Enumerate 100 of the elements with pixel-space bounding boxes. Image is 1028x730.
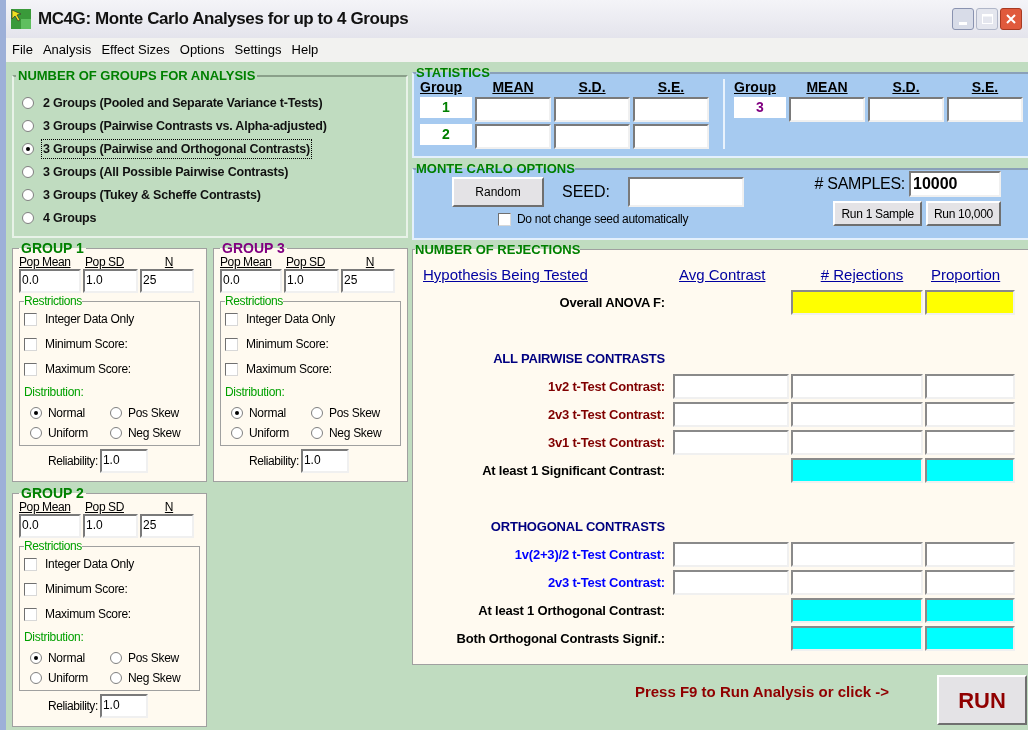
column-header: MEAN: [805, 79, 849, 95]
number-field[interactable]: 0.0: [19, 514, 81, 538]
distribution-label: Distribution:: [24, 384, 85, 401]
card-title: GROUP 3: [221, 241, 286, 255]
number-field[interactable]: 1.0: [83, 514, 138, 538]
maximize-icon: [981, 14, 993, 24]
row-label: 3v1 t-Test Contrast:: [546, 433, 666, 452]
radio-button[interactable]: [30, 427, 42, 439]
menu-item[interactable]: Analysis: [42, 40, 92, 60]
column-header: N: [364, 255, 376, 269]
checkbox[interactable]: [225, 312, 238, 326]
radio-button[interactable]: [30, 672, 42, 684]
field-label: # SAMPLES:: [814, 174, 905, 194]
radio-label: Uniform: [48, 425, 88, 442]
column-header: Proportion: [931, 266, 1002, 284]
radio-button[interactable]: [110, 427, 122, 439]
distribution-label: Distribution:: [225, 384, 286, 401]
row-label: Both Orthogonal Contrasts Signif.:: [455, 629, 666, 648]
run-button[interactable]: Run 1 Sample: [833, 201, 922, 226]
random-button[interactable]: Random: [452, 177, 544, 207]
statistic-field[interactable]: [947, 97, 1023, 122]
box-title: Restrictions: [225, 295, 283, 307]
radio-button[interactable]: [110, 652, 122, 664]
run-button[interactable]: RUN: [937, 675, 1027, 725]
checkbox-label: Maximum Score:: [246, 361, 332, 378]
number-field[interactable]: 25: [341, 269, 395, 293]
radio-button[interactable]: [30, 407, 42, 419]
column-header: N: [163, 255, 175, 269]
radio-button[interactable]: [231, 407, 243, 419]
menu-item[interactable]: Settings: [234, 40, 282, 60]
radio-label: Neg Skew: [128, 670, 181, 687]
card-title: GROUP 1: [20, 241, 85, 255]
radio-button[interactable]: [22, 189, 34, 201]
samples-field[interactable]: 10000: [909, 171, 1001, 197]
radio-button[interactable]: [22, 120, 34, 132]
checkbox[interactable]: [24, 607, 37, 621]
radio-button[interactable]: [22, 143, 34, 155]
statistic-field[interactable]: [633, 97, 709, 122]
reliability-field[interactable]: 1.0: [99, 694, 148, 718]
statistic-field[interactable]: [868, 97, 944, 122]
checkbox[interactable]: [225, 337, 238, 351]
checkbox[interactable]: [24, 557, 37, 571]
menu-item[interactable]: Options: [179, 40, 225, 60]
row-label: 2v3 t-Test Contrast:: [546, 405, 666, 424]
checkbox[interactable]: [24, 337, 37, 351]
reliability-field[interactable]: 1.0: [300, 449, 349, 473]
statistic-field[interactable]: [633, 124, 709, 149]
column-header: Group: [734, 79, 777, 95]
radio-button[interactable]: [231, 427, 243, 439]
radio-button[interactable]: [311, 427, 323, 439]
section-title: NUMBER OF GROUPS FOR ANALYSIS: [17, 67, 257, 85]
checkbox[interactable]: [225, 362, 238, 376]
radio-button[interactable]: [110, 672, 122, 684]
radio-label: 3 Groups (Tukey & Scheffe Contrasts): [42, 186, 262, 204]
radio-button[interactable]: [22, 166, 34, 178]
radio-label: 2 Groups (Pooled and Separate Variance t-Tests): [42, 94, 324, 112]
run-button[interactable]: Run 10,000: [925, 201, 1001, 226]
checkbox[interactable]: [24, 582, 37, 596]
radio-button[interactable]: [22, 97, 34, 109]
radio-label: Neg Skew: [128, 425, 181, 442]
column-header: N: [163, 500, 175, 514]
number-field[interactable]: 0.0: [19, 269, 81, 293]
seed-field[interactable]: [628, 177, 744, 207]
radio-label: Pos Skew: [329, 405, 380, 422]
radio-button[interactable]: [110, 407, 122, 419]
reliability-field[interactable]: 1.0: [99, 449, 148, 473]
number-field[interactable]: 0.0: [220, 269, 282, 293]
minimize-button[interactable]: [952, 8, 974, 30]
menu-item[interactable]: Help: [291, 40, 319, 60]
checkbox[interactable]: [24, 362, 37, 376]
radio-label: 3 Groups (All Possible Pairwise Contrasts): [42, 163, 290, 181]
radio-label: Neg Skew: [329, 425, 382, 442]
menu-item[interactable]: File: [12, 40, 33, 60]
close-button[interactable]: [1000, 8, 1022, 30]
field-label: Reliability:: [48, 698, 98, 715]
radio-button[interactable]: [30, 652, 42, 664]
menu-item[interactable]: Effect Sizes: [101, 40, 170, 60]
number-field[interactable]: 25: [140, 269, 194, 293]
statistic-field[interactable]: [554, 97, 630, 122]
column-header: S.E.: [656, 79, 686, 95]
number-field[interactable]: 1.0: [83, 269, 138, 293]
checkbox[interactable]: [24, 312, 37, 326]
card-title: GROUP 2: [20, 486, 85, 500]
radio-button[interactable]: [311, 407, 323, 419]
column-header: Pop Mean: [19, 255, 72, 269]
radio-label: Pos Skew: [128, 650, 179, 667]
statistic-field[interactable]: [475, 124, 551, 149]
column-header: Group: [420, 79, 463, 95]
number-field[interactable]: 25: [140, 514, 194, 538]
statistic-field[interactable]: [789, 97, 865, 122]
radio-button[interactable]: [22, 212, 34, 224]
column-header: S.D.: [891, 79, 921, 95]
checkbox-label: Integer Data Only: [45, 556, 134, 573]
radio-label: Uniform: [48, 670, 88, 687]
checkbox[interactable]: [498, 212, 511, 226]
number-field[interactable]: 1.0: [284, 269, 339, 293]
column-header: Pop SD: [85, 500, 125, 514]
column-header: Avg Contrast: [679, 266, 767, 284]
statistic-field[interactable]: [554, 124, 630, 149]
statistic-field[interactable]: [475, 97, 551, 122]
